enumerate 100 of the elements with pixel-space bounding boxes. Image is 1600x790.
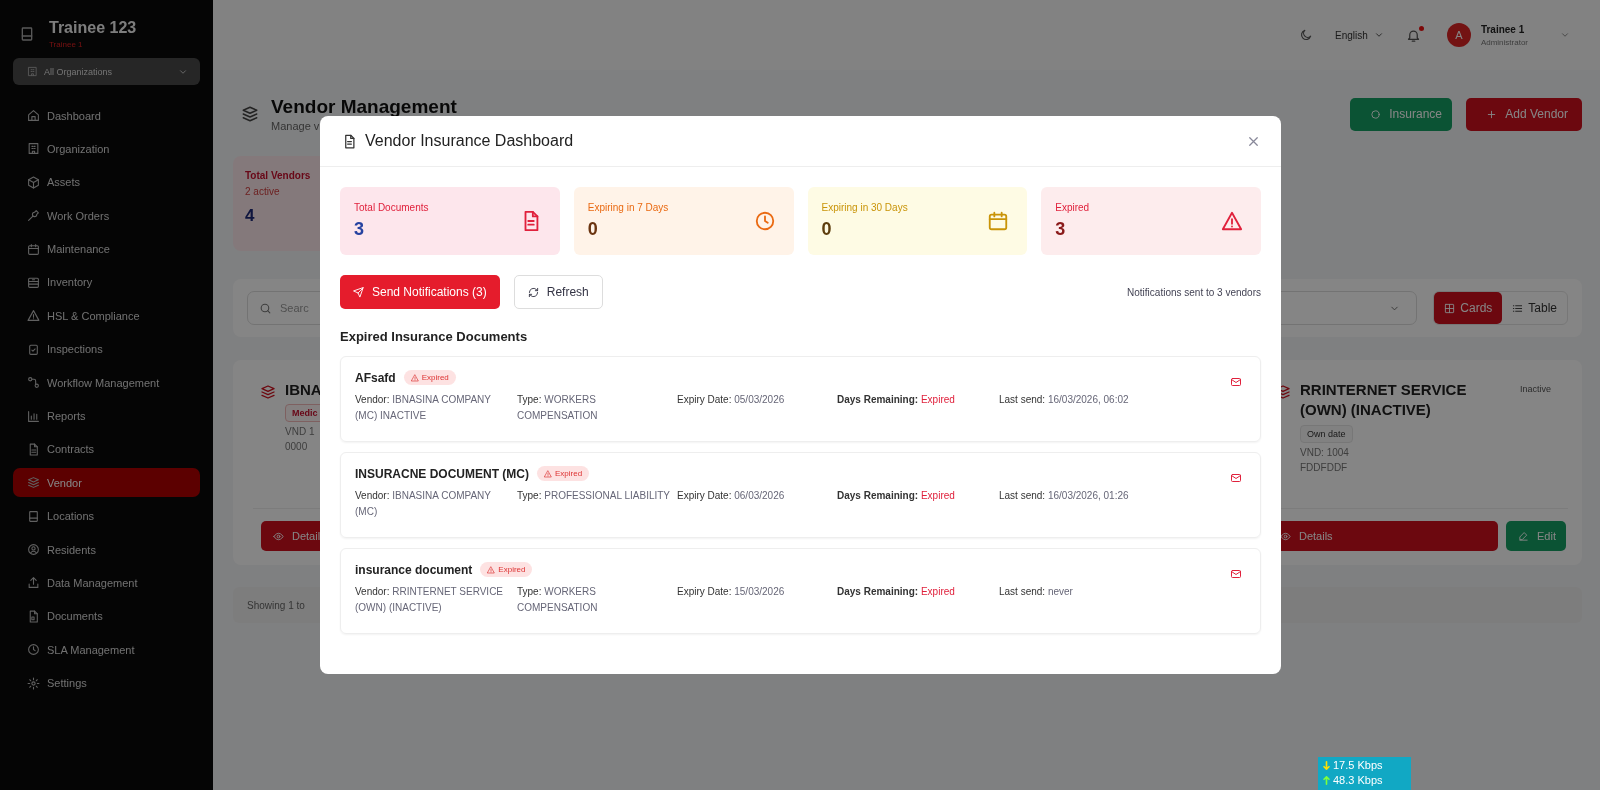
sidebar-item[interactable]: Inventory (13, 267, 200, 297)
document-title: INSURACNE DOCUMENT (MC) (355, 466, 529, 481)
category-tag: Own date (1300, 424, 1353, 443)
circle-icon (1370, 108, 1382, 120)
table-tab[interactable]: Table (1502, 292, 1567, 324)
clock-icon (27, 643, 40, 657)
layers-icon (241, 105, 259, 123)
vendor-name: IBNA (285, 380, 322, 400)
language-select[interactable]: English (1335, 29, 1384, 41)
notice-text: Notifications sent to 3 vendors (1127, 286, 1261, 298)
edit-icon (1518, 530, 1529, 542)
stat-label: Expiring in 7 Days (587, 202, 669, 213)
field-text: Type: WORKERS COMPENSATION (517, 585, 599, 615)
sidebar-item[interactable]: Organization (13, 134, 200, 164)
building-icon (27, 66, 38, 77)
insurance-button[interactable]: Insurance (1350, 97, 1453, 131)
vendor-code: VND 1 (285, 426, 315, 438)
vendor-detail: 0000 (285, 441, 308, 453)
page-title: Vendor Management (271, 96, 457, 118)
field-text: Type: PROFESSIONAL LIABILITY (517, 489, 672, 503)
chevron-down-icon (1373, 30, 1384, 40)
vendor-name: RRINTERNET SERVICE (OWN) (INACTIVE) (1300, 380, 1468, 421)
stat-value: 3 (354, 219, 365, 240)
sidebar-item[interactable]: Residents (13, 535, 200, 565)
document-icon (342, 133, 357, 149)
field-text: Days Remaining: Expired (837, 585, 956, 599)
brand-name: Trainee 123 (49, 19, 137, 37)
notification-button[interactable] (1405, 27, 1421, 43)
sidebar-item[interactable]: Assets (13, 167, 200, 197)
calendar-icon (987, 210, 1010, 232)
search-icon (259, 301, 272, 315)
document-icon (27, 609, 40, 623)
bell-icon (1405, 27, 1421, 43)
send-notifications-button[interactable]: Send Notifications (3) (340, 275, 500, 309)
sidebar-item[interactable]: Work Orders (13, 201, 200, 231)
mail-icon (1230, 472, 1242, 484)
sidebar-item[interactable]: Locations (13, 501, 200, 531)
building-icon (27, 142, 40, 156)
section-title: Expired Insurance Documents (340, 329, 529, 344)
stat-label: Total Documents (354, 202, 429, 213)
workflow-icon (27, 376, 40, 390)
add-vendor-button[interactable]: Add Vendor (1466, 97, 1582, 131)
up-arrow-icon (1322, 776, 1331, 785)
modal-title: Vendor Insurance Dashboard (365, 132, 575, 150)
wrench-icon (27, 209, 40, 223)
sidebar-item[interactable]: HSL & Compliance (13, 301, 200, 331)
stat-value: 0 (821, 219, 833, 240)
field-text: Days Remaining: Expired (837, 393, 956, 407)
sidebar-item[interactable]: Data Management (13, 568, 200, 598)
list-icon (1512, 302, 1524, 314)
sidebar-item[interactable]: Documents (13, 601, 200, 631)
stat-label: Total Vendors (245, 170, 311, 181)
layers-icon (27, 476, 40, 490)
avatar[interactable]: A (1446, 23, 1471, 47)
sidebar-item[interactable]: SLA Management (13, 635, 200, 665)
grid-icon (1444, 302, 1456, 314)
down-arrow-icon (1322, 761, 1331, 770)
status-label: Inactive (1520, 384, 1552, 394)
page-subtitle: Manage v (271, 120, 321, 132)
vendor-code: VND: 1004 (1300, 446, 1349, 458)
expired-badge: Expired (480, 562, 533, 577)
sidebar-item[interactable]: Settings (13, 668, 200, 698)
vendor-detail: FDDFDDF (1300, 461, 1348, 473)
document-title: insurance document (355, 562, 473, 577)
refresh-icon (527, 286, 539, 298)
field-text: Expiry Date: 15/03/2026 (677, 585, 786, 599)
warning-icon (544, 469, 552, 478)
field-text: Last send: never (999, 585, 1074, 599)
document-icon (27, 442, 40, 456)
cards-tab[interactable]: Cards (1434, 292, 1503, 324)
stat-value: 3 (1055, 219, 1067, 240)
warning-icon (487, 565, 496, 574)
user-role: Administrator (1480, 37, 1528, 47)
sidebar-item[interactable]: Inspections (13, 334, 200, 364)
refresh-button[interactable]: Refresh (513, 275, 603, 309)
sidebar-item[interactable]: Vendor (13, 468, 200, 498)
edit-button[interactable]: Edit (1506, 521, 1566, 551)
clipboard-check-icon (27, 342, 40, 356)
sidebar-item[interactable]: Reports (13, 401, 200, 431)
sidebar-item[interactable]: Maintenance (13, 234, 200, 264)
sidebar-item[interactable]: Contracts (13, 434, 200, 464)
sidebar-item[interactable]: Workflow Management (13, 368, 200, 398)
cube-icon (27, 175, 40, 189)
warning-icon (27, 309, 40, 323)
warning-icon (410, 373, 419, 382)
expired-badge: Expired (537, 466, 590, 481)
home-icon (27, 109, 40, 122)
sidebar-item[interactable]: Dashboard (13, 101, 200, 130)
mail-icon (1230, 568, 1242, 580)
user-circle-icon (27, 543, 40, 557)
stat-label: Expired (1055, 202, 1090, 213)
bar-chart-icon (27, 409, 40, 423)
eye-icon (273, 530, 284, 542)
settings-icon (27, 676, 40, 690)
mail-icon (1230, 376, 1242, 388)
field-text: Vendor: RRINTERNET SERVICE (OWN) (INACTIVE) (355, 585, 505, 615)
upload-speed: 48.3 Kbps (1333, 773, 1383, 788)
document-title: AFsafd (355, 370, 396, 385)
field-text: Vendor: IBNASINA COMPANY (MC) INACTIVE (355, 393, 492, 423)
expired-badge: Expired (403, 370, 456, 385)
